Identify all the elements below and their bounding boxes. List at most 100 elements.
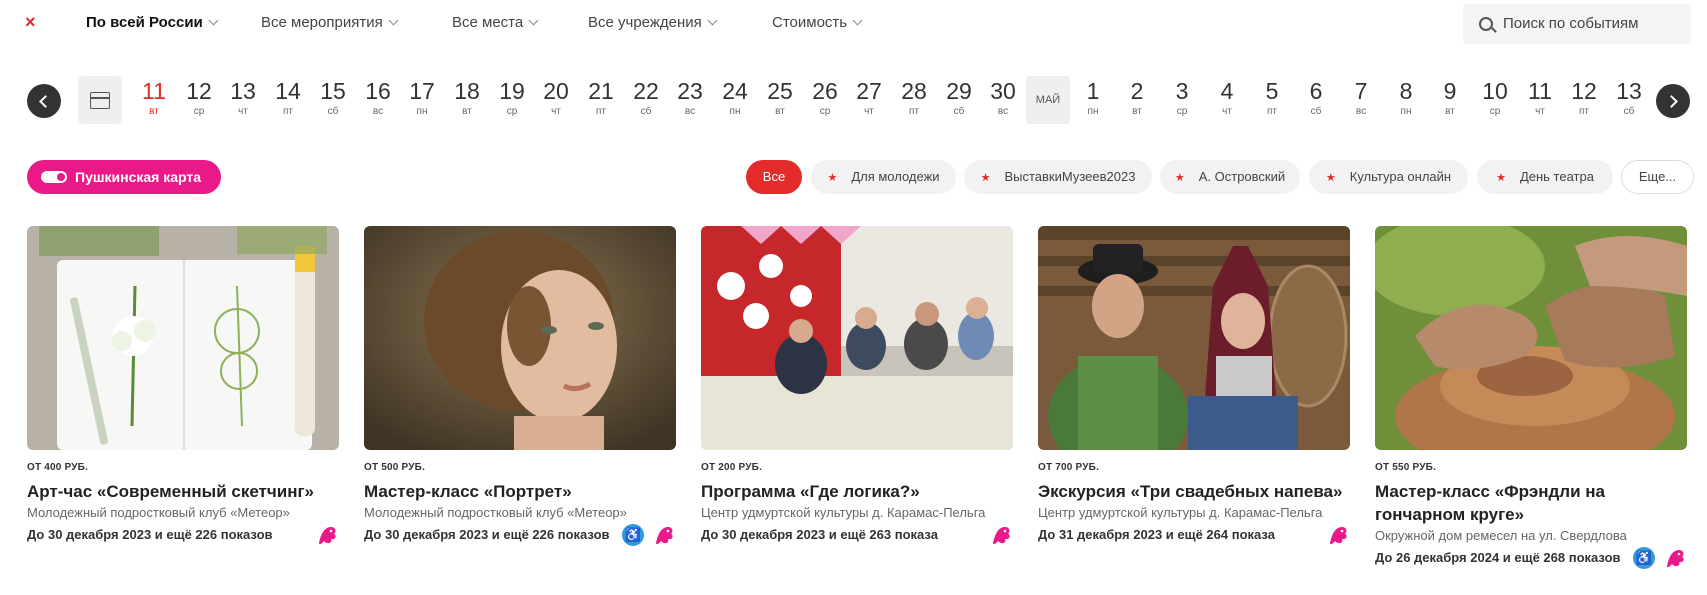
star-icon: ★: [1174, 172, 1185, 184]
calendar-day[interactable]: 4 чт: [1205, 78, 1249, 117]
calendar-day-number: 22: [633, 78, 659, 104]
calendar-day[interactable]: 1 пн: [1071, 78, 1115, 117]
tag-chip[interactable]: ★ Для молодежи: [811, 160, 956, 194]
event-place[interactable]: Окружной дом ремесел на ул. Свердлова: [1375, 528, 1687, 543]
calendar-day-number: 21: [588, 78, 614, 104]
calendar-day-weekday: вт: [462, 106, 472, 117]
event-title[interactable]: Арт-час «Современный скетчинг»: [27, 480, 339, 503]
calendar-day[interactable]: 28 пт: [892, 78, 936, 117]
filter-price[interactable]: Стоимость: [772, 14, 863, 31]
calendar-day[interactable]: 12 ср: [177, 78, 221, 117]
calendar-day[interactable]: 6 сб: [1294, 78, 1338, 117]
calendar-day[interactable]: 14 пт: [266, 78, 310, 117]
calendar-day-weekday: вт: [1132, 106, 1142, 117]
calendar-day[interactable]: 26 ср: [803, 78, 847, 117]
accessibility-icon: ♿: [622, 524, 644, 546]
calendar-day[interactable]: 16 вс: [356, 78, 400, 117]
calendar-day[interactable]: 7 вс: [1339, 78, 1383, 117]
calendar-day-number: 25: [767, 78, 793, 104]
event-image[interactable]: [1375, 226, 1687, 450]
reset-filters-icon[interactable]: ×: [25, 12, 36, 33]
event-card[interactable]: ОТ 500 РУБ. Мастер-класс «Портрет» Молод…: [364, 226, 676, 546]
calendar-day-number: 17: [409, 78, 435, 104]
event-card[interactable]: ОТ 550 РУБ. Мастер-класс «Фрэндли на гон…: [1375, 226, 1687, 569]
event-title[interactable]: Экскурсия «Три свадебных напева»: [1038, 480, 1350, 503]
event-title[interactable]: Мастер-класс «Фрэндли на гончарном круге…: [1375, 480, 1687, 526]
calendar-day[interactable]: 17 пн: [400, 78, 444, 117]
event-image[interactable]: [1038, 226, 1350, 450]
calendar-day-weekday: вт: [1445, 106, 1455, 117]
calendar-day[interactable]: 27 чт: [847, 78, 891, 117]
calendar-day[interactable]: 22 сб: [624, 78, 668, 117]
search-input[interactable]: [1501, 14, 1685, 33]
calendar-day-weekday: вс: [997, 106, 1009, 117]
filter-region[interactable]: По всей России: [86, 14, 219, 31]
calendar-day-number: 4: [1220, 78, 1234, 104]
event-place[interactable]: Молодежный подростковый клуб «Метеор»: [364, 505, 676, 520]
event-title[interactable]: Мастер-класс «Портрет»: [364, 480, 676, 503]
calendar-day[interactable]: 3 ср: [1160, 78, 1204, 117]
event-image[interactable]: [27, 226, 339, 450]
calendar-day-weekday: чт: [238, 106, 248, 117]
calendar-day-number: 5: [1265, 78, 1279, 104]
event-place[interactable]: Центр удмуртской культуры д. Карамас-Пел…: [701, 505, 1013, 520]
calendar-day-weekday: ср: [1489, 106, 1501, 117]
event-image[interactable]: [364, 226, 676, 450]
tags-more-button[interactable]: Еще...: [1621, 160, 1694, 194]
calendar-day-number: 11: [142, 78, 166, 104]
calendar-day[interactable]: 30 вс: [981, 78, 1025, 117]
calendar-day[interactable]: 15 сб: [311, 78, 355, 117]
calendar-day[interactable]: 13 чт: [221, 78, 265, 117]
calendar-day[interactable]: 13 сб: [1607, 78, 1651, 117]
calendar-day[interactable]: 29 сб: [937, 78, 981, 117]
calendar-day[interactable]: 25 вт: [758, 78, 802, 117]
calendar-day-number: 12: [1571, 78, 1597, 104]
calendar-day-number: 2: [1130, 78, 1144, 104]
calendar-day[interactable]: 20 чт: [534, 78, 578, 117]
calendar-day[interactable]: 9 вт: [1428, 78, 1472, 117]
calendar-day-weekday: чт: [864, 106, 874, 117]
calendar-day[interactable]: 23 вс: [668, 78, 712, 117]
chevron-down-icon: [852, 15, 863, 26]
filter-places-label: Все места: [452, 14, 524, 31]
event-badges: ♿: [1633, 546, 1687, 570]
calendar-day[interactable]: 10 ср: [1473, 78, 1517, 117]
calendar-day[interactable]: 24 пн: [713, 78, 757, 117]
filters-bar: × По всей России Все мероприятия Все мес…: [0, 0, 1707, 46]
calendar-day[interactable]: 2 вт: [1115, 78, 1159, 117]
calendar-day[interactable]: 5 пт: [1250, 78, 1294, 117]
calendar-day[interactable]: 12 пт: [1562, 78, 1606, 117]
tag-all[interactable]: Все: [746, 160, 802, 194]
calendar-next-button[interactable]: [1656, 84, 1690, 118]
tag-chip[interactable]: ★ ВыставкиМузеев2023: [964, 160, 1152, 194]
chevron-right-icon: [1665, 95, 1678, 108]
event-image[interactable]: [701, 226, 1013, 450]
filter-places[interactable]: Все места: [452, 14, 539, 31]
filter-events-label: Все мероприятия: [261, 14, 383, 31]
event-card[interactable]: ОТ 700 РУБ. Экскурсия «Три свадебных нап…: [1038, 226, 1350, 545]
tag-chip[interactable]: ★ День театра: [1477, 160, 1613, 194]
calendar-day[interactable]: 18 вт: [445, 78, 489, 117]
tag-chip-label: ВыставкиМузеев2023: [1004, 169, 1136, 184]
calendar-picker-button[interactable]: [78, 76, 122, 124]
calendar-day[interactable]: 11 чт: [1518, 78, 1562, 117]
event-title[interactable]: Программа «Где логика?»: [701, 480, 1013, 503]
event-card[interactable]: ОТ 200 РУБ. Программа «Где логика?» Цент…: [701, 226, 1013, 545]
calendar-day[interactable]: 11 вт: [132, 78, 176, 117]
event-card[interactable]: ОТ 400 РУБ. Арт-час «Современный скетчин…: [27, 226, 339, 545]
pushkin-card-icon: [1667, 550, 1684, 568]
tag-chip[interactable]: ★ Культура онлайн: [1309, 160, 1468, 194]
event-place[interactable]: Центр удмуртской культуры д. Карамас-Пел…: [1038, 505, 1350, 520]
filter-institutions[interactable]: Все учреждения: [588, 14, 718, 31]
calendar-day[interactable]: 19 ср: [490, 78, 534, 117]
filter-price-label: Стоимость: [772, 14, 848, 31]
chevron-down-icon: [388, 15, 399, 26]
calendar-prev-button[interactable]: [27, 84, 61, 118]
calendar-day[interactable]: 8 пн: [1384, 78, 1428, 117]
filter-events[interactable]: Все мероприятия: [261, 14, 399, 31]
pushkin-card-toggle[interactable]: Пушкинская карта: [27, 160, 221, 194]
calendar-day-weekday: чт: [1535, 106, 1545, 117]
calendar-day[interactable]: 21 пт: [579, 78, 623, 117]
tag-chip[interactable]: ★ А. Островский: [1160, 160, 1300, 194]
event-place[interactable]: Молодежный подростковый клуб «Метеор»: [27, 505, 339, 520]
